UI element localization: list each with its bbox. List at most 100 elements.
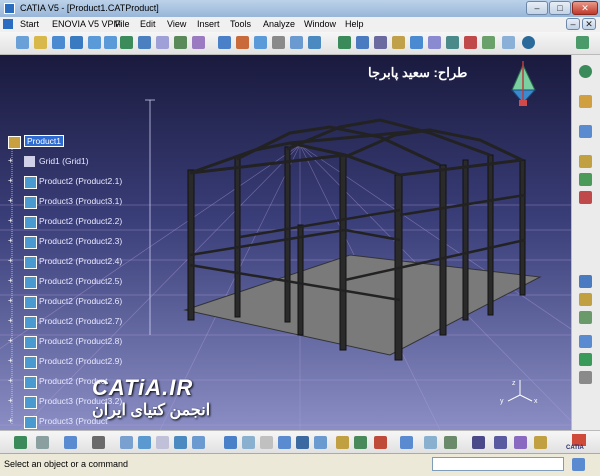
contact-icon[interactable]	[579, 293, 592, 306]
knowledge-icon[interactable]	[374, 436, 387, 449]
pan-icon[interactable]	[52, 36, 65, 49]
fit-all-icon[interactable]	[34, 36, 47, 49]
capture-icon[interactable]	[242, 436, 255, 449]
workbench-icon[interactable]	[576, 36, 589, 49]
expand-icon[interactable]: +	[8, 276, 13, 285]
zoom-area-icon[interactable]	[174, 436, 187, 449]
manipulate-icon[interactable]	[579, 125, 592, 138]
expand-icon[interactable]: +	[8, 176, 13, 185]
expand-icon[interactable]: +	[8, 316, 13, 325]
coincidence-icon[interactable]	[579, 275, 592, 288]
dimension-icon[interactable]	[472, 436, 485, 449]
expand-icon[interactable]: +	[8, 216, 13, 225]
expand-icon[interactable]: +	[8, 156, 13, 165]
publish-icon[interactable]	[354, 436, 367, 449]
new-component-icon[interactable]	[579, 95, 592, 108]
reconcile-icon[interactable]	[336, 436, 349, 449]
shading-icon[interactable]	[156, 36, 169, 49]
text-icon[interactable]	[494, 436, 507, 449]
clash-icon[interactable]	[308, 36, 321, 49]
gear-icon[interactable]	[572, 458, 585, 471]
angle-icon[interactable]	[579, 371, 592, 384]
3d-viewport[interactable]: z x y طراح: سعید پابرجا CATiA.IR انجمن ک…	[0, 55, 571, 430]
redo-icon[interactable]	[36, 436, 49, 449]
existing-component-icon[interactable]	[579, 191, 592, 204]
expand-icon[interactable]: +	[8, 236, 13, 245]
render-icon[interactable]	[296, 436, 309, 449]
close-button[interactable]: ✕	[572, 1, 598, 15]
look-at-icon[interactable]	[138, 436, 151, 449]
spiral-icon[interactable]	[522, 36, 535, 49]
menu-file[interactable]: File	[115, 19, 130, 29]
iso-view-icon[interactable]	[138, 36, 151, 49]
constraint-icon[interactable]	[254, 36, 267, 49]
insert-product-icon[interactable]	[579, 173, 592, 186]
abc-icon[interactable]	[514, 436, 527, 449]
view-mode-icon[interactable]	[192, 436, 205, 449]
expand-icon[interactable]: +	[8, 196, 13, 205]
compass[interactable]	[510, 61, 537, 106]
section-icon[interactable]	[356, 36, 369, 49]
expand-icon[interactable]: +	[8, 356, 13, 365]
expand-icon[interactable]: +	[8, 256, 13, 265]
catia-app-icon[interactable]	[4, 3, 15, 14]
cut-icon[interactable]	[502, 36, 515, 49]
zoom-in-icon[interactable]	[88, 36, 101, 49]
fix-together-icon[interactable]	[579, 353, 592, 366]
menu-view[interactable]: View	[167, 19, 186, 29]
command-input[interactable]	[432, 457, 564, 471]
distance-icon[interactable]	[374, 36, 387, 49]
menu-tools[interactable]: Tools	[230, 19, 251, 29]
menu-window[interactable]: Window	[304, 19, 336, 29]
walk-icon[interactable]	[156, 436, 169, 449]
camera-icon[interactable]	[260, 436, 273, 449]
formula-icon[interactable]	[400, 436, 413, 449]
menu-insert[interactable]: Insert	[197, 19, 220, 29]
rule-icon[interactable]	[444, 436, 457, 449]
doc-minimize-button[interactable]: –	[566, 18, 580, 30]
pencil-icon[interactable]	[410, 36, 423, 49]
rotate-icon[interactable]	[70, 36, 83, 49]
parameter-icon[interactable]	[424, 436, 437, 449]
assembly-icon[interactable]	[218, 36, 231, 49]
expand-icon[interactable]: +	[8, 296, 13, 305]
explode-icon[interactable]	[236, 36, 249, 49]
fix-icon[interactable]	[579, 335, 592, 348]
catalog-icon[interactable]	[464, 36, 477, 49]
menu-help[interactable]: Help	[345, 19, 364, 29]
undo-icon[interactable]	[14, 436, 27, 449]
normal-view-icon[interactable]	[120, 36, 133, 49]
manipulation-icon[interactable]	[290, 36, 303, 49]
menu-start[interactable]: Start	[20, 19, 39, 29]
3d-annotation-icon[interactable]	[534, 436, 547, 449]
expand-icon[interactable]: +	[8, 416, 13, 425]
update-icon[interactable]	[482, 36, 495, 49]
menu-edit[interactable]: Edit	[140, 19, 156, 29]
annotation-icon[interactable]	[392, 36, 405, 49]
light-icon[interactable]	[278, 436, 291, 449]
hide-show-icon[interactable]	[174, 36, 187, 49]
offset-icon[interactable]	[579, 311, 592, 324]
texture-icon[interactable]	[428, 36, 441, 49]
fly-icon[interactable]	[120, 436, 133, 449]
sketch-icon[interactable]	[224, 436, 237, 449]
insert-part-icon[interactable]	[579, 155, 592, 168]
select-icon[interactable]	[16, 36, 29, 49]
expand-icon[interactable]: +	[8, 336, 13, 345]
scene-icon[interactable]	[314, 436, 327, 449]
menu-enovia[interactable]: ENOVIA V5 VPM	[52, 19, 121, 29]
doc-close-button[interactable]: ✕	[582, 18, 596, 30]
expand-icon[interactable]: +	[8, 396, 13, 405]
menu-analyze[interactable]: Analyze	[263, 19, 295, 29]
product-icon[interactable]	[446, 36, 459, 49]
swap-space-icon[interactable]	[192, 36, 205, 49]
minimize-button[interactable]: –	[526, 1, 548, 15]
measure-icon[interactable]	[338, 36, 351, 49]
document-icon[interactable]	[3, 19, 13, 29]
new-icon[interactable]	[64, 436, 77, 449]
gear-icon[interactable]	[579, 65, 592, 78]
maximize-button[interactable]: □	[549, 1, 571, 15]
zoom-out-icon[interactable]	[104, 36, 117, 49]
snap-icon[interactable]	[272, 36, 285, 49]
expand-icon[interactable]: +	[8, 376, 13, 385]
